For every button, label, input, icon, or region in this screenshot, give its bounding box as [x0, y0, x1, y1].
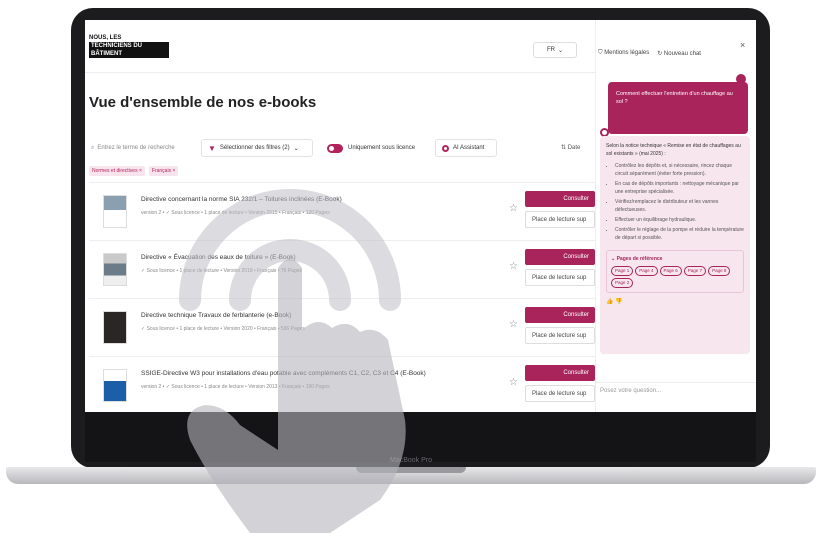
book-title[interactable]: Directive concernant la norme SIA 232/1 … — [141, 196, 342, 203]
star-icon[interactable]: ☆ — [509, 203, 518, 214]
logo-line1: Nous, les — [89, 35, 122, 41]
refs-title-label: Pages de référence — [616, 256, 663, 262]
bot-point: En cas de dépôts importants : nettoyage … — [615, 180, 744, 196]
bot-message: Selon la notice technique « Remise en ét… — [600, 136, 750, 354]
assistant-label: AI Assistant — [453, 145, 485, 151]
list-item: Directive concernant la norme SIA 232/1 … — [89, 182, 595, 240]
consult-button[interactable]: Consulter — [525, 307, 595, 323]
search-placeholder: Entrez le terme de recherche — [97, 145, 175, 151]
chat-toolbar: ⛉ Mentions légales ↻ Nouveau chat — [598, 50, 701, 57]
ai-assistant-button[interactable]: AI Assistant — [435, 139, 497, 157]
list-item: SSIGE-Directive W3 pour installations d'… — [89, 356, 595, 412]
book-meta: version 2 • ✓ Sous licence • 1 place de … — [141, 384, 330, 390]
book-cover[interactable] — [103, 253, 127, 286]
refresh-icon: ↻ — [657, 51, 663, 57]
laptop-chin — [85, 412, 756, 462]
ref-page-list: Page 1 Page 4 Page 6 Page 7 Page 8 Page … — [611, 266, 739, 288]
ref-page-link[interactable]: Page 8 — [708, 266, 731, 276]
bot-point: Contrôler le réglage de la pompe et rédu… — [615, 226, 744, 242]
book-cover[interactable] — [103, 195, 127, 228]
toggle-label: Uniquement sous licence — [348, 145, 416, 151]
consult-button[interactable]: Consulter — [525, 249, 595, 265]
reference-pages: ⌄ Pages de référence Page 1 Page 4 Page … — [606, 250, 744, 293]
sort-control[interactable]: ⇅ Date — [561, 144, 580, 151]
book-meta: ✓ Sous licence • 1 place de lecture • Ve… — [141, 268, 303, 274]
reading-seat-button[interactable]: Place de lecture sup — [525, 211, 595, 228]
filter-chip[interactable]: Normes et directives × — [89, 166, 145, 176]
bot-point: Effectuer un équilibrage hydraulique. — [615, 216, 744, 224]
ref-page-link[interactable]: Page 1 — [611, 266, 634, 276]
active-filter-chips: Normes et directives × Français × — [89, 166, 179, 176]
bot-points: Contrôlez les dépôts et, si nécessaire, … — [606, 162, 744, 242]
header-divider — [85, 72, 595, 73]
book-cover[interactable] — [103, 369, 127, 402]
new-chat-label: Nouveau chat — [663, 51, 701, 57]
ref-page-link[interactable]: Page 6 — [659, 266, 682, 276]
list-item: Directive technique Travaux de ferblante… — [89, 298, 595, 356]
thumbs-down-icon[interactable]: 👎 — [615, 299, 622, 305]
chat-input-divider — [596, 382, 756, 383]
search-icon: ⌕ — [91, 144, 95, 151]
shield-icon: ⛉ — [598, 50, 603, 56]
logo-line2: techniciens du bâtiment — [89, 42, 169, 58]
close-icon[interactable]: × — [740, 40, 745, 50]
sort-icon: ⇅ — [561, 145, 567, 151]
laptop-brand: MacBook Pro — [389, 457, 433, 464]
sort-label: Date — [567, 145, 581, 151]
ebook-list: Directive concernant la norme SIA 232/1 … — [89, 182, 595, 412]
toggle-switch[interactable] — [327, 143, 343, 153]
chat-panel: ⛉ Mentions légales ↻ Nouveau chat × Comm… — [595, 20, 756, 412]
app-screen: Nous, les techniciens du bâtiment FR ⌄ V… — [85, 20, 756, 412]
search-input[interactable]: ⌕ Entrez le terme de recherche — [89, 138, 189, 158]
new-chat-button[interactable]: ↻ Nouveau chat — [657, 50, 701, 57]
chat-input[interactable]: Posez votre question... — [600, 388, 661, 394]
promo-stage: MacBook Pro Nous, les techniciens du bât… — [0, 0, 822, 533]
consult-button[interactable]: Consulter — [525, 191, 595, 207]
bot-intro: Selon la notice technique « Remise en ét… — [606, 143, 741, 157]
filter-label: Sélectionner des filtres (2) — [219, 145, 290, 151]
star-icon[interactable]: ☆ — [509, 377, 518, 388]
license-toggle[interactable]: Uniquement sous licence — [327, 140, 415, 156]
legal-link[interactable]: ⛉ Mentions légales — [598, 50, 649, 57]
bot-point: Contrôlez les dépôts et, si nécessaire, … — [615, 162, 744, 178]
user-message: Comment effectuer l'entretien d'un chauf… — [608, 82, 748, 134]
filter-chip[interactable]: Français × — [148, 166, 179, 176]
thumbs-up-icon[interactable]: 👍 — [606, 299, 613, 305]
feedback-controls: 👍 👎 — [606, 298, 744, 306]
book-title[interactable]: Directive technique Travaux de ferblante… — [141, 312, 291, 319]
star-icon[interactable]: ☆ — [509, 261, 518, 272]
ref-page-link[interactable]: Page 4 — [635, 266, 658, 276]
book-meta: version 2 • ✓ Sous licence • 1 place de … — [141, 210, 330, 216]
filter-bar: ⌕ Entrez le terme de recherche ▼ Sélecti… — [89, 138, 595, 160]
assistant-icon — [442, 144, 449, 152]
book-title[interactable]: SSIGE-Directive W3 pour installations d'… — [141, 370, 426, 377]
book-cover[interactable] — [103, 311, 127, 344]
legal-label: Mentions légales — [604, 50, 650, 56]
funnel-icon: ▼ — [208, 143, 216, 153]
consult-button[interactable]: Consulter — [525, 365, 595, 381]
laptop-notch — [356, 467, 466, 473]
book-meta: ✓ Sous licence • 1 place de lecture • Ve… — [141, 326, 305, 332]
site-logo[interactable]: Nous, les techniciens du bâtiment — [89, 34, 169, 58]
language-select[interactable]: FR ⌄ — [533, 42, 577, 58]
book-title[interactable]: Directive « Évacuation des eaux de toitu… — [141, 254, 296, 261]
bot-point: Vérifiez/remplacez le distributeur et le… — [615, 198, 744, 214]
chevron-down-icon: ⌄ — [557, 47, 564, 54]
star-icon[interactable]: ☆ — [509, 319, 518, 330]
ref-page-link[interactable]: Page 7 — [683, 266, 707, 276]
page-title: Vue d'ensemble de nos e-books — [89, 94, 317, 111]
chevron-down-icon: ⌄ — [611, 256, 616, 262]
reading-seat-button[interactable]: Place de lecture sup — [525, 327, 595, 344]
chevron-down-icon: ⌄ — [293, 145, 299, 152]
ref-page-link[interactable]: Page 2 — [611, 278, 634, 288]
filter-select-button[interactable]: ▼ Sélectionner des filtres (2) ⌄ — [201, 139, 313, 157]
reading-seat-button[interactable]: Place de lecture sup — [525, 269, 595, 286]
user-avatar-icon — [736, 74, 746, 84]
language-label: FR — [546, 47, 555, 53]
reading-seat-button[interactable]: Place de lecture sup — [525, 385, 595, 402]
list-item: Directive « Évacuation des eaux de toitu… — [89, 240, 595, 298]
refs-title[interactable]: ⌄ Pages de référence — [611, 255, 739, 263]
